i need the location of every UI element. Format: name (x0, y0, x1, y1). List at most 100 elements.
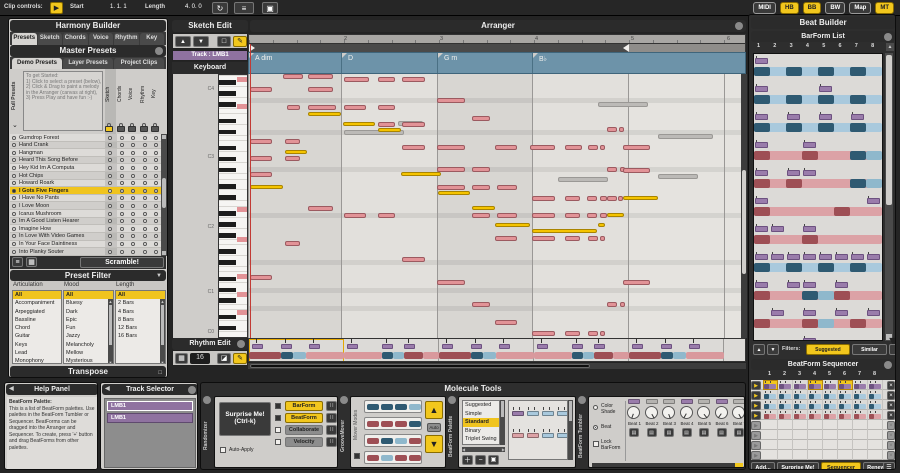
preset-list-scrollbar[interactable] (161, 134, 167, 256)
barform-up-button[interactable]: ▲ (753, 344, 765, 355)
note[interactable] (607, 127, 617, 132)
help-icon[interactable] (448, 396, 456, 404)
note[interactable] (308, 74, 333, 79)
layer-radio[interactable] (154, 143, 158, 147)
note[interactable] (532, 331, 555, 336)
note[interactable] (378, 105, 395, 110)
black-key[interactable] (219, 249, 236, 254)
mode-button-midi[interactable]: MIDI (753, 2, 776, 14)
note[interactable] (532, 236, 555, 241)
filter-item[interactable]: Arpeggiated (13, 308, 61, 316)
note[interactable] (587, 213, 597, 218)
beatform-glyph[interactable] (542, 429, 554, 439)
note[interactable] (565, 145, 582, 150)
tab-rhythm[interactable]: Rhythm (114, 33, 139, 45)
back-arrow-icon[interactable]: ◀ (9, 384, 14, 395)
black-key[interactable] (219, 102, 236, 107)
note[interactable] (437, 280, 465, 285)
black-key[interactable] (219, 157, 236, 162)
loop-icon[interactable]: ↻ (212, 2, 228, 14)
dice-icon[interactable]: ∷ (326, 413, 337, 423)
preset-row[interactable]: Howard Roark (10, 180, 161, 188)
sequencer-cell[interactable] (838, 440, 853, 450)
black-key[interactable] (219, 315, 236, 320)
layer-radio[interactable] (154, 158, 158, 162)
preset-tab-demo-presets[interactable]: Demo Presets (12, 58, 62, 69)
preset-radio[interactable] (12, 196, 16, 200)
selected-note[interactable] (495, 223, 530, 227)
help-icon[interactable] (884, 361, 892, 369)
sequencer-cell[interactable] (823, 450, 838, 460)
note[interactable] (600, 196, 607, 201)
preset-row[interactable]: Hand Crank (10, 142, 161, 150)
layer-radio[interactable] (120, 189, 124, 193)
filter-item[interactable]: All (64, 291, 113, 299)
mover-strip[interactable] (364, 400, 422, 413)
layer-radio[interactable] (120, 174, 124, 178)
beatform-glyph[interactable] (527, 407, 539, 417)
note[interactable] (600, 236, 605, 241)
layer-radio[interactable] (143, 143, 147, 147)
preset-radio[interactable] (12, 234, 16, 238)
filter-item[interactable]: Chord (13, 324, 61, 332)
sequencer-cell[interactable] (853, 450, 868, 460)
note[interactable] (588, 145, 598, 150)
note[interactable] (287, 105, 300, 110)
layer-radio[interactable] (120, 242, 124, 246)
preset-row[interactable]: Into Planky Souter (10, 248, 161, 256)
knob-option-button[interactable]: ▤ (682, 428, 692, 437)
toggle-checkbox-velocity[interactable] (275, 439, 281, 445)
row-delete-button[interactable]: × (887, 411, 895, 420)
filter-item[interactable]: Guitar (13, 332, 61, 340)
rhythm-beatform[interactable] (471, 344, 482, 349)
help-icon[interactable] (203, 396, 211, 404)
preset-radio[interactable] (12, 136, 16, 140)
sequencer-cell[interactable] (808, 380, 823, 390)
selected-note[interactable] (285, 150, 307, 154)
sequencer-cell[interactable] (778, 390, 793, 400)
layer-radio[interactable] (120, 212, 124, 216)
layer-radio[interactable] (154, 136, 158, 140)
black-key[interactable] (219, 91, 236, 96)
layer-radio[interactable] (154, 250, 158, 254)
transpose-expand-icon[interactable]: □ (158, 367, 162, 378)
scroll-thumb[interactable] (161, 305, 164, 345)
note[interactable] (587, 196, 597, 201)
collapse-chevron-icon[interactable]: ⌄ (12, 121, 18, 129)
preset-row[interactable]: Hot Chips (10, 172, 161, 180)
mover-strip[interactable] (364, 434, 422, 447)
tab-presets[interactable]: Presets (12, 33, 37, 45)
note[interactable] (600, 145, 605, 150)
knob-option-button[interactable]: ▤ (717, 428, 727, 437)
filter-item[interactable]: All (116, 291, 165, 299)
scroll-up[interactable]: ▲ (108, 299, 113, 304)
note[interactable] (623, 145, 650, 150)
sequencer-cell[interactable] (808, 400, 823, 410)
chord-region[interactable]: D (342, 53, 438, 74)
rhythm-beatform[interactable] (442, 344, 453, 349)
layer-radio[interactable] (108, 250, 112, 254)
note[interactable] (283, 74, 303, 79)
preset-row[interactable]: Imagine How (10, 225, 161, 233)
tumbler-hscroll[interactable] (592, 463, 743, 467)
preset-row[interactable]: I Gots Five Fingers (10, 187, 161, 195)
layer-radio[interactable] (131, 250, 135, 254)
black-key[interactable] (219, 130, 236, 135)
layer-radio[interactable] (131, 166, 135, 170)
track-item[interactable]: LMB1 (107, 413, 193, 423)
toggle-button-velocity[interactable]: Velocity (285, 437, 323, 447)
preset-row[interactable]: In Love With Video Games (10, 233, 161, 241)
note[interactable] (607, 167, 617, 172)
preset-radio[interactable] (12, 212, 16, 216)
note[interactable] (308, 87, 333, 92)
move-up-button[interactable]: ▲ (425, 401, 443, 419)
note[interactable] (285, 241, 300, 246)
grid-value-box[interactable]: 16 (190, 353, 210, 364)
barform-down-button[interactable]: ▼ (767, 344, 779, 355)
note[interactable] (402, 122, 425, 127)
mover-strip[interactable] (364, 417, 422, 430)
loop-region-bar[interactable] (248, 44, 746, 52)
filter-item[interactable]: Mellow (64, 349, 113, 357)
note[interactable] (437, 98, 465, 103)
palette-item[interactable]: Suggested (463, 401, 499, 410)
